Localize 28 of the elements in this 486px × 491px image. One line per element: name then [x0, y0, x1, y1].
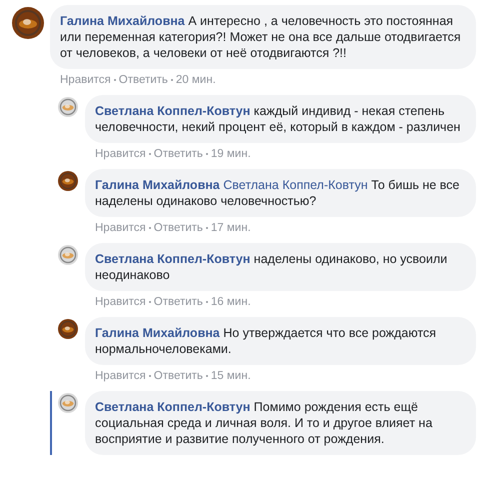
comment-text: Галина Михайловна Но утверждается что все рождаются нормальночеловеками. [95, 325, 438, 357]
reply-link[interactable]: Ответить [118, 74, 168, 86]
author-link[interactable]: Галина Михайловна [95, 326, 220, 340]
reply-link[interactable]: Ответить [154, 296, 203, 308]
timestamp: 15 мин. [210, 370, 251, 382]
timestamp: 19 мин. [210, 148, 251, 160]
reply-link[interactable]: Ответить [154, 148, 203, 160]
comment-text: Светлана Коппел-Ковтун каждый индивид - некая степень человечности, некий процент её, который в каждом - различен [95, 103, 462, 135]
reply-link[interactable]: Ответить [154, 222, 203, 234]
like-link[interactable]: Нравится [95, 148, 146, 160]
comment-text: Светлана Коппел-Ковтун наделены одинаково, но усвоили неодинаково [95, 251, 448, 283]
comment-text: Светлана Коппел-Ковтун Помимо рождения есть ещё социальная среда и личная воля. И то и другое влияет на восприятие и развитие полученного от рождения. [95, 399, 434, 447]
comment-text: Галина Михайловна Светлана Коппел-Ковтун То бишь не все наделены одинаково человечностью? [95, 177, 460, 209]
timestamp: 20 мин. [176, 74, 216, 86]
timestamp: 17 мин. [210, 222, 251, 234]
like-link[interactable]: Нравится [95, 370, 146, 382]
comment-text: Галина Михайловна А интересно , а человечность это постоянная или переменная категория?! Может не она все дальше отодвигается от человеков, а человеки от неё отодвигаются ?!! [60, 13, 462, 61]
timestamp: 16 мин. [210, 296, 251, 308]
like-link[interactable]: Нравится [95, 296, 146, 308]
author-link[interactable]: Светлана Коппел-Ковтун [95, 104, 250, 118]
author-link[interactable]: Светлана Коппел-Ковтун [95, 252, 250, 266]
reply-link[interactable]: Ответить [154, 370, 203, 382]
author-link[interactable]: Галина Михайловна [95, 178, 220, 192]
author-link[interactable]: Галина Михайловна [60, 14, 185, 28]
author-link[interactable]: Светлана Коппел-Ковтун [95, 400, 250, 414]
like-link[interactable]: Нравится [60, 74, 111, 86]
mention-link[interactable]: Светлана Коппел-Ковтун [223, 178, 368, 192]
like-link[interactable]: Нравится [95, 222, 146, 234]
